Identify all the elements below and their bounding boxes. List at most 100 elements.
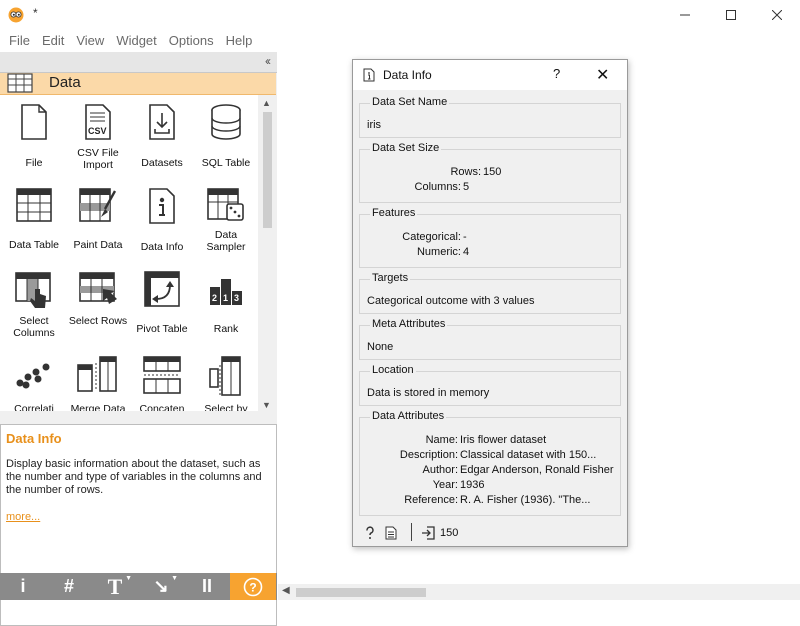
attribute-value: R. A. Fisher (1936). "The...	[460, 494, 591, 506]
group-data-set-size: Data Set Size Rows: 150 Columns: 5	[359, 142, 621, 203]
columns-row: Columns: 5	[360, 181, 620, 195]
minimize-button[interactable]	[662, 0, 708, 30]
title-bar: *	[0, 0, 800, 30]
svg-text:2: 2	[212, 293, 217, 303]
dock-handle[interactable]: ‹‹	[0, 52, 277, 73]
arrow-annotation-button[interactable]: ↘ ▼	[138, 573, 184, 600]
dialog-close-button[interactable]: ✕	[596, 65, 609, 85]
data-set-name-value: iris	[367, 119, 382, 131]
pivot-icon	[144, 271, 180, 307]
widget-grid: File CSV CSV File Import Datasets SQL Ta…	[0, 95, 258, 411]
text-icon: T	[107, 573, 123, 599]
collapse-dock-icon[interactable]: ‹‹	[265, 54, 271, 68]
attribute-key: Name:	[425, 434, 458, 446]
menu-widget[interactable]: Widget	[110, 30, 162, 52]
info-icon	[149, 188, 175, 224]
scroll-up-icon[interactable]: ▲	[262, 98, 271, 108]
scroll-left-icon[interactable]: ◀	[282, 585, 290, 596]
widget-pivot-table[interactable]: Pivot Table	[130, 263, 194, 347]
report-icon[interactable]	[385, 526, 397, 540]
meta-attributes-value: None	[367, 341, 394, 353]
table-icon	[7, 73, 33, 93]
dialog-title: Data Info	[383, 68, 432, 82]
menu-options[interactable]: Options	[163, 30, 220, 52]
input-rows-count: 150	[440, 527, 459, 539]
select-columns-icon	[15, 272, 51, 308]
widget-grid-scrollbar[interactable]: ▲ ▼	[259, 95, 276, 415]
menu-file[interactable]: File	[3, 30, 36, 52]
input-icon	[422, 526, 435, 540]
window-title: *	[33, 6, 38, 20]
attribute-row: Name: Iris flower dataset	[360, 434, 620, 448]
dropdown-indicator-icon: ▼	[125, 575, 132, 582]
scrollbar-thumb[interactable]	[263, 112, 272, 228]
widget-label: SQL Table	[201, 157, 251, 169]
dialog-help-button[interactable]: ?	[553, 66, 560, 81]
pause-icon: II	[201, 576, 212, 596]
dialog-status-bar: 150	[353, 520, 627, 546]
numeric-value: 4	[463, 246, 470, 258]
attribute-value: Iris flower dataset	[460, 434, 547, 446]
menu-bar: File Edit View Widget Options Help	[0, 30, 800, 52]
help-button[interactable]: ?	[230, 573, 276, 600]
close-window-button[interactable]	[754, 0, 800, 30]
attribute-value: Edgar Anderson, Ronald Fisher	[460, 464, 614, 476]
svg-text:?: ?	[249, 580, 256, 594]
widget-file[interactable]: File	[2, 95, 66, 179]
group-data-set-name: Data Set Name iris	[359, 96, 621, 138]
group-features: Features Categorical: - Numeric: 4	[359, 207, 621, 268]
attribute-key: Description:	[399, 449, 458, 461]
widget-data-sampler[interactable]: Data Sampler	[194, 179, 258, 263]
widget-data-info[interactable]: Data Info	[130, 179, 194, 263]
canvas-horizontal-scrollbar[interactable]: ◀	[278, 584, 800, 600]
group-location: Location Data is stored in memory	[359, 364, 621, 406]
more-link[interactable]: more...	[6, 511, 40, 523]
widget-correlations[interactable]: Correlati	[2, 347, 66, 411]
info-document-icon	[363, 68, 375, 82]
widget-label: Data Info	[140, 241, 184, 253]
category-header-data[interactable]: Data	[0, 73, 276, 95]
widget-label: Select by	[204, 403, 248, 411]
widget-concatenate[interactable]: Concaten	[130, 347, 194, 411]
columns-value: 5	[463, 181, 470, 193]
database-icon	[211, 104, 241, 140]
widget-csv-file-import[interactable]: CSV CSV File Import	[66, 95, 130, 179]
menu-view[interactable]: View	[70, 30, 110, 52]
help-icon[interactable]	[363, 526, 377, 540]
columns-label: Columns:	[414, 181, 461, 193]
widget-rank[interactable]: 2 1 3 Rank	[194, 263, 258, 347]
csv-icon: CSV	[85, 104, 111, 140]
widget-data-table[interactable]: Data Table	[2, 179, 66, 263]
widget-select-columns[interactable]: Select Columns	[2, 263, 66, 347]
grid-button[interactable]: #	[46, 573, 92, 600]
attribute-row: Author: Edgar Anderson, Ronald Fisher	[360, 464, 620, 478]
scroll-down-icon[interactable]: ▼	[262, 400, 271, 410]
text-annotation-button[interactable]: T ▼	[92, 573, 138, 600]
attribute-value: Classical dataset with 150...	[460, 449, 597, 461]
widget-select-by[interactable]: Select by	[194, 347, 258, 411]
info-button[interactable]: i	[0, 573, 46, 600]
widget-paint-data[interactable]: Paint Data	[66, 179, 130, 263]
group-title: Features	[370, 207, 418, 219]
categorical-label: Categorical:	[402, 231, 461, 243]
group-data-attributes: Data Attributes Name: Iris flower datase…	[359, 410, 621, 516]
widget-sql-table[interactable]: SQL Table	[194, 95, 258, 179]
pause-button[interactable]: II	[184, 573, 230, 600]
group-title: Meta Attributes	[370, 318, 448, 330]
widget-datasets[interactable]: Datasets	[130, 95, 194, 179]
file-icon	[21, 104, 47, 140]
widget-merge-data[interactable]: Merge Data	[66, 347, 130, 411]
close-icon	[772, 10, 782, 20]
data-info-dialog: Data Info ? ✕ Data Set Name iris Data Se…	[352, 59, 628, 547]
menu-help[interactable]: Help	[220, 30, 259, 52]
category-label: Data	[49, 74, 81, 91]
widget-label: Paint Data	[73, 239, 123, 251]
menu-edit[interactable]: Edit	[36, 30, 70, 52]
scrollbar-thumb[interactable]	[296, 588, 426, 597]
orange-logo-icon	[8, 7, 24, 23]
maximize-button[interactable]	[708, 0, 754, 30]
widget-select-rows[interactable]: Select Rows	[66, 263, 130, 347]
rows-value: 150	[483, 166, 502, 178]
arrow-icon: ↘	[153, 576, 169, 596]
dialog-title-bar[interactable]: Data Info ? ✕	[353, 60, 627, 90]
